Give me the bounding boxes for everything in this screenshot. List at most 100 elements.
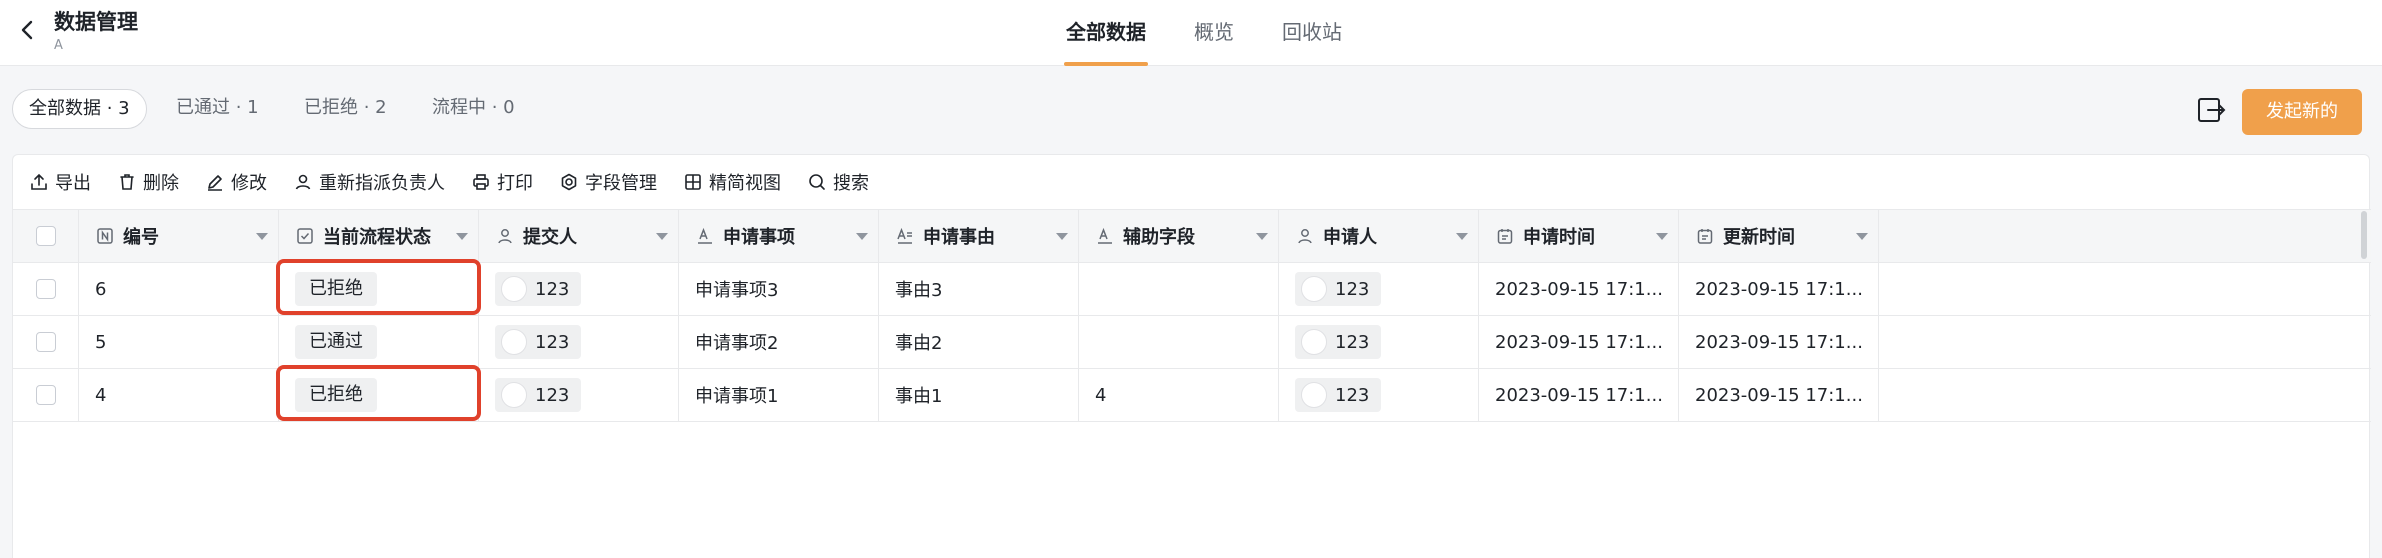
checkbox-field-icon	[297, 228, 313, 244]
grid-icon	[685, 174, 701, 190]
filter-all[interactable]: 全部数据 · 3	[12, 89, 147, 129]
main-tabs: 全部数据 概览 回收站	[1042, 0, 1366, 66]
column-menu-caret[interactable]	[456, 233, 468, 240]
column-label-item: 申请事项	[723, 227, 795, 248]
cell-aux	[1079, 316, 1279, 368]
tab-recycle-bin[interactable]: 回收站	[1258, 0, 1366, 66]
trash-icon	[120, 174, 134, 190]
search-icon	[809, 174, 825, 190]
compact-view-label: 精简视图	[709, 173, 781, 194]
tab-all-data[interactable]: 全部数据	[1042, 0, 1170, 66]
column-header-status[interactable]: 当前流程状态	[279, 210, 479, 262]
filter-in-progress[interactable]: 流程中 · 0	[416, 89, 531, 129]
table-row[interactable]: 5 已通过 123 申请事项2 事由2 123 2023-09-15 17:1.…	[13, 316, 2371, 369]
column-menu-caret[interactable]	[656, 233, 668, 240]
text-field-icon	[698, 227, 712, 244]
settings-icon	[561, 173, 577, 191]
cell-apply-time: 2023-09-15 17:1...	[1479, 369, 1679, 421]
create-new-button[interactable]: 发起新的	[2242, 89, 2362, 135]
user-chip[interactable]: 123	[495, 272, 582, 306]
delete-label: 删除	[143, 173, 179, 194]
column-header-reason[interactable]: 申请事由	[879, 210, 1079, 262]
page-subtitle: A	[54, 38, 63, 53]
user-name: 123	[535, 384, 570, 406]
column-menu-caret[interactable]	[1056, 233, 1068, 240]
column-header-update-time[interactable]: 更新时间	[1679, 210, 1879, 262]
filter-approved[interactable]: 已通过 · 1	[160, 89, 275, 129]
column-label-submitter: 提交人	[523, 227, 577, 248]
column-header-aux[interactable]: 辅助字段	[1079, 210, 1279, 262]
cell-update-time: 2023-09-15 17:1...	[1679, 316, 1879, 368]
cell-update-time: 2023-09-15 17:1...	[1679, 369, 1879, 421]
data-panel: 导出 删除 修改 重新指派负责人 打印 字段管理 精简视图 搜索 编号 当前流程…	[12, 154, 2371, 558]
cell-status: 已通过	[279, 316, 479, 368]
table-row[interactable]: 6 已拒绝 123 申请事项3 事由3 123 2023-09-15 17:1.…	[13, 263, 2371, 316]
cell-id: 4	[79, 369, 279, 421]
column-label-applicant: 申请人	[1323, 227, 1377, 248]
date-field-icon	[1497, 229, 1513, 244]
column-menu-caret[interactable]	[1256, 233, 1268, 240]
delete-button[interactable]: 删除	[117, 169, 179, 195]
column-menu-caret[interactable]	[1456, 233, 1468, 240]
person-field-icon	[1298, 229, 1312, 244]
edit-button[interactable]: 修改	[205, 169, 267, 195]
cell-id: 5	[79, 316, 279, 368]
filter-rejected[interactable]: 已拒绝 · 2	[288, 89, 403, 129]
cell-aux: 4	[1079, 369, 1279, 421]
column-menu-caret[interactable]	[856, 233, 868, 240]
row-checkbox[interactable]	[35, 332, 56, 352]
cell-submitter: 123	[479, 263, 679, 315]
cell-applicant: 123	[1279, 263, 1479, 315]
avatar	[1301, 382, 1327, 408]
user-name: 123	[1335, 278, 1370, 300]
text-field-icon	[1098, 227, 1112, 244]
field-manage-button[interactable]: 字段管理	[559, 169, 657, 195]
column-label-reason: 申请事由	[923, 227, 995, 248]
vertical-scrollbar[interactable]	[2361, 211, 2367, 259]
table-row[interactable]: 4 已拒绝 123 申请事项1 事由1 4 123 2023-09-15 17:…	[13, 369, 2371, 422]
avatar	[501, 329, 527, 355]
cell-id: 6	[79, 263, 279, 315]
data-table: 编号 当前流程状态 提交人 申请事项 申请事由 辅助字段 申请人 申请时间 更新…	[13, 209, 2371, 422]
tab-overview[interactable]: 概览	[1170, 0, 1258, 66]
multiline-text-field-icon	[897, 227, 912, 244]
column-header-item[interactable]: 申请事项	[679, 210, 879, 262]
column-label-apply-time: 申请时间	[1523, 227, 1595, 248]
reassign-label: 重新指派负责人	[319, 173, 445, 194]
cell-status: 已拒绝	[279, 369, 479, 421]
back-icon[interactable]	[14, 16, 42, 44]
cell-applicant: 123	[1279, 316, 1479, 368]
user-chip[interactable]: 123	[1295, 378, 1382, 412]
exit-icon[interactable]	[2196, 96, 2226, 124]
search-button[interactable]: 搜索	[807, 169, 869, 195]
select-all-cell	[13, 210, 79, 262]
column-menu-caret[interactable]	[1656, 233, 1668, 240]
cell-apply-time: 2023-09-15 17:1...	[1479, 263, 1679, 315]
compact-view-button[interactable]: 精简视图	[683, 169, 781, 195]
column-menu-caret[interactable]	[256, 233, 268, 240]
column-header-applicant[interactable]: 申请人	[1279, 210, 1479, 262]
column-header-submitter[interactable]: 提交人	[479, 210, 679, 262]
edit-icon	[208, 175, 222, 191]
user-chip[interactable]: 123	[495, 378, 582, 412]
row-checkbox[interactable]	[35, 279, 56, 299]
user-chip[interactable]: 123	[495, 325, 582, 359]
export-button[interactable]: 导出	[29, 169, 91, 195]
cell-status: 已拒绝	[279, 263, 479, 315]
user-name: 123	[535, 331, 570, 353]
field-manage-label: 字段管理	[585, 173, 657, 194]
column-menu-caret[interactable]	[1856, 233, 1868, 240]
print-button[interactable]: 打印	[471, 169, 533, 195]
cell-update-time: 2023-09-15 17:1...	[1679, 263, 1879, 315]
column-header-apply-time[interactable]: 申请时间	[1479, 210, 1679, 262]
column-label-id: 编号	[123, 227, 159, 248]
reassign-button[interactable]: 重新指派负责人	[293, 169, 445, 195]
user-chip[interactable]: 123	[1295, 325, 1382, 359]
select-all-checkbox[interactable]	[35, 226, 56, 246]
column-header-id[interactable]: 编号	[79, 210, 279, 262]
status-badge: 已通过	[295, 325, 377, 359]
row-checkbox[interactable]	[35, 385, 56, 405]
user-chip[interactable]: 123	[1295, 272, 1382, 306]
cell-applicant: 123	[1279, 369, 1479, 421]
status-badge: 已拒绝	[295, 378, 377, 412]
